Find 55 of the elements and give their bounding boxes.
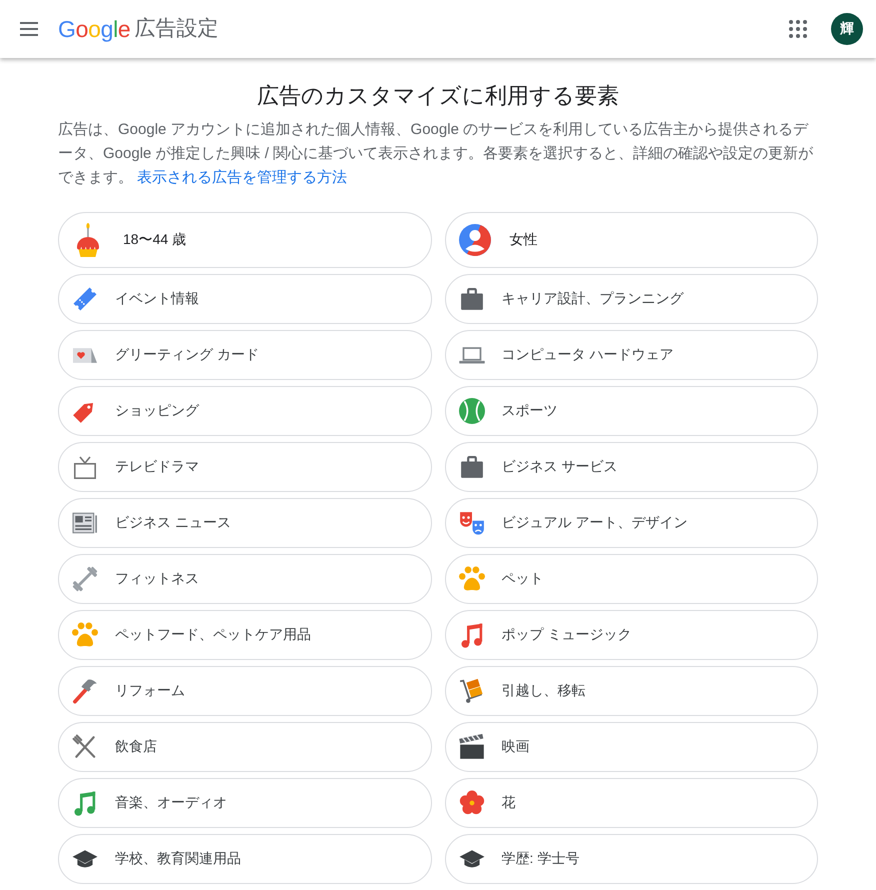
tennis-ball-icon — [458, 398, 484, 424]
newspaper-icon — [72, 512, 98, 534]
clapperboard-icon — [458, 734, 484, 760]
music-note-icon — [74, 790, 96, 816]
category-button[interactable]: ポップ ミュージック — [444, 610, 818, 660]
hand-truck-icon — [458, 678, 484, 704]
fork-and-knife-icon — [72, 734, 98, 760]
category-button[interactable]: 飲食店 — [58, 722, 432, 772]
category-button[interactable]: イベント情報 — [58, 274, 432, 324]
category-button[interactable]: 18〜44 歳 — [58, 212, 432, 268]
category-button[interactable]: スポーツ — [444, 386, 818, 436]
category-button[interactable]: ビジネス サービス — [444, 442, 818, 492]
tv-icon — [73, 456, 97, 478]
logo: Google — [58, 15, 130, 44]
paw-icon — [458, 566, 484, 592]
category-button[interactable]: ペットフード、ペットケア用品 — [58, 610, 432, 660]
category-button[interactable]: フィットネス — [58, 554, 432, 604]
paw-icon — [72, 622, 98, 648]
hammer-icon — [72, 678, 98, 704]
app-title: 広告設定 — [134, 16, 218, 42]
category-button[interactable]: コンピュータ ハードウェア — [444, 330, 818, 380]
category-button[interactable]: 花 — [444, 778, 818, 828]
music-note-icon — [460, 622, 482, 648]
page-heading: 広告のカスタマイズに利用する要素 — [256, 82, 620, 110]
flower-icon — [458, 790, 484, 816]
category-button[interactable]: 引越し、移転 — [444, 666, 818, 716]
category-button[interactable]: 学歴: 学士号 — [444, 834, 818, 884]
category-button[interactable]: テレビドラマ — [58, 442, 432, 492]
category-button[interactable]: リフォーム — [58, 666, 432, 716]
greeting-card-icon — [73, 348, 97, 362]
category-button[interactable]: ビジュアル アート、デザイン — [444, 498, 818, 548]
intro-text: 広告は、Google アカウントに追加された個人情報、Google のサービスを利用している広告主から提供されるデータ、Google が推定した興味 / 関心に基づいて表示されます。各要素を選択すると、詳細の確認や設定の更新ができます。 表示される広告を管理する方法 — [58, 120, 814, 188]
briefcase-icon — [460, 456, 484, 478]
category-button[interactable]: 女性 — [444, 212, 818, 268]
help-link[interactable]: 表示される広告を管理する方法 — [137, 169, 348, 186]
category-button[interactable]: 音楽、オーディオ — [58, 778, 432, 828]
laptop-icon — [458, 346, 484, 364]
category-button[interactable]: キャリア設計、プランニング — [444, 274, 818, 324]
category-button[interactable]: 映画 — [444, 722, 818, 772]
person-icon — [458, 224, 490, 256]
menu-icon[interactable] — [20, 22, 38, 36]
briefcase-icon — [460, 288, 484, 310]
cake-icon — [76, 223, 100, 257]
category-button[interactable]: ショッピング — [58, 386, 432, 436]
ticket-icon — [72, 286, 98, 312]
category-button[interactable]: グリーティング カード — [58, 330, 432, 380]
graduation-cap-icon — [72, 848, 98, 870]
category-button[interactable]: ビジネス ニュース — [58, 498, 432, 548]
category-button[interactable]: ペット — [444, 554, 818, 604]
avatar[interactable]: 輝 — [831, 13, 863, 45]
category-button[interactable]: 学校、教育関連用品 — [58, 834, 432, 884]
theater-masks-icon — [458, 510, 484, 536]
graduation-cap-icon — [458, 848, 484, 870]
apps-grid-icon[interactable] — [789, 20, 807, 38]
dumbbell-icon — [72, 566, 98, 592]
